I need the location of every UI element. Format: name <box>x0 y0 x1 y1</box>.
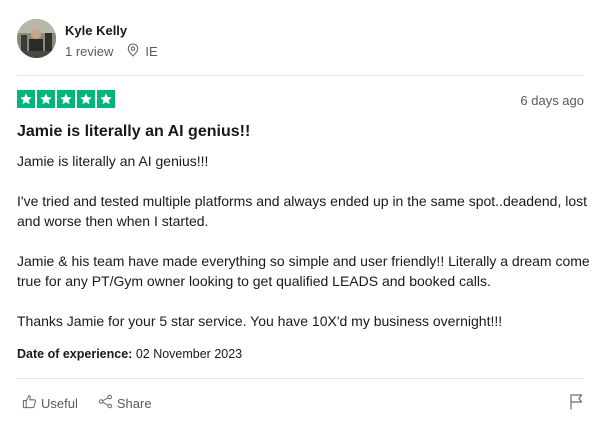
share-label: Share <box>116 395 152 411</box>
star-rating <box>17 90 115 108</box>
reviewer-name[interactable]: Kyle Kelly <box>65 23 127 38</box>
review-actions: Useful Share <box>22 394 152 412</box>
review-paragraph: Thanks Jamie for your 5 star service. Yo… <box>17 313 503 329</box>
share-icon <box>98 394 117 412</box>
report-flag-button[interactable] <box>569 393 584 415</box>
star-icon <box>97 90 115 108</box>
header-divider <box>17 75 584 76</box>
share-button[interactable]: Share <box>98 394 152 412</box>
actions-divider <box>17 378 584 379</box>
star-icon <box>37 90 55 108</box>
review-paragraph: Jamie & his team have made everything so… <box>17 253 590 289</box>
reviewer-avatar[interactable] <box>17 19 56 58</box>
star-icon <box>77 90 95 108</box>
experience-date: 02 November 2023 <box>135 347 243 361</box>
reviewer-location: IE <box>127 43 158 60</box>
star-icon <box>17 90 35 108</box>
reviewer-meta: 1 review IE <box>65 43 158 60</box>
star-icon <box>57 90 75 108</box>
review-body: Jamie is literally an AI genius!!! I've … <box>17 151 592 351</box>
review-count: 1 review <box>65 44 114 59</box>
country-code: IE <box>145 44 158 59</box>
useful-label: Useful <box>41 395 78 411</box>
review-paragraph: Jamie is literally an AI genius!!! <box>17 153 209 169</box>
date-of-experience: Date of experience: 02 November 2023 <box>17 347 242 361</box>
review-paragraph: I've tried and tested multiple platforms… <box>17 193 588 229</box>
review-title[interactable]: Jamie is literally an AI genius!! <box>17 123 250 141</box>
useful-button[interactable]: Useful <box>22 394 78 412</box>
location-pin-icon <box>127 43 145 60</box>
thumbs-up-icon <box>22 394 41 412</box>
experience-label: Date of experience: <box>17 347 133 361</box>
flag-icon <box>569 394 584 414</box>
review-date: 6 days ago <box>520 93 584 108</box>
